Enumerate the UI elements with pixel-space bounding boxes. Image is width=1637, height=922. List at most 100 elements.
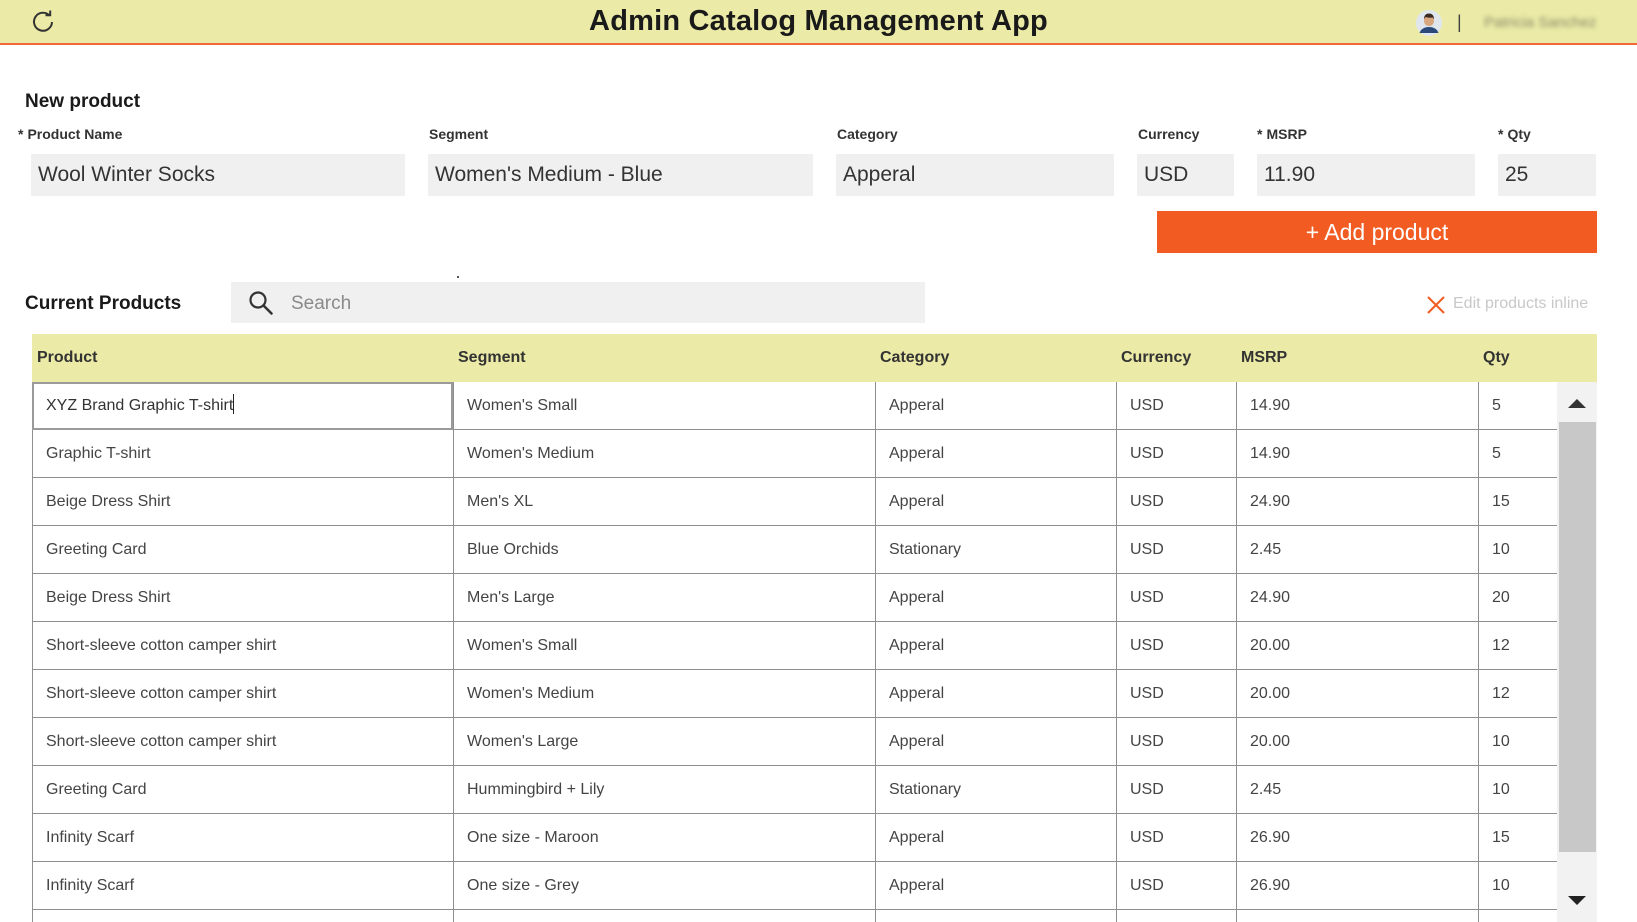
currency-cell[interactable]: USD (1116, 718, 1236, 766)
table-row[interactable]: Beige Dress Shirt Men's XL Apperal USD 2… (32, 478, 1557, 526)
category-cell[interactable]: Apperal (875, 622, 1116, 670)
msrp-cell[interactable]: 20.00 (1236, 670, 1478, 718)
category-cell[interactable]: Apperal (875, 574, 1116, 622)
category-cell[interactable]: Apperal (875, 862, 1116, 910)
table-row[interactable]: Short-sleeve cotton camper shirt Women's… (32, 622, 1557, 670)
msrp-input[interactable]: 11.90 (1257, 154, 1475, 196)
scroll-up-arrow-icon[interactable] (1567, 396, 1587, 410)
column-header-category[interactable]: Category (880, 334, 949, 382)
scroll-down-arrow-icon[interactable] (1567, 894, 1587, 908)
currency-cell[interactable]: USD (1116, 862, 1236, 910)
currency-cell[interactable]: USD (1116, 814, 1236, 862)
column-header-currency[interactable]: Currency (1121, 334, 1191, 382)
segment-cell[interactable]: One size - Maroon (453, 814, 875, 862)
table-row[interactable]: Short-sleeve cotton camper shirt Women's… (32, 718, 1557, 766)
segment-input[interactable]: Women's Medium - Blue (428, 154, 813, 196)
qty-cell[interactable]: 12 (1478, 670, 1557, 718)
column-header-qty[interactable]: Qty (1483, 334, 1510, 382)
product-cell[interactable]: Greeting Card (32, 526, 453, 574)
column-header-msrp[interactable]: MSRP (1241, 334, 1287, 382)
segment-cell[interactable]: One size - Grey (453, 862, 875, 910)
product-cell[interactable]: Short-sleeve cotton camper shirt (32, 622, 453, 670)
category-cell[interactable]: Apperal (875, 814, 1116, 862)
category-cell[interactable]: Apperal (875, 478, 1116, 526)
category-cell[interactable]: Apperal (875, 670, 1116, 718)
msrp-cell[interactable]: 26.90 (1236, 862, 1478, 910)
currency-cell[interactable]: USD (1116, 478, 1236, 526)
segment-cell[interactable]: Hummingbird + Lily (453, 766, 875, 814)
currency-cell[interactable]: USD (1116, 574, 1236, 622)
table-row[interactable]: Graphic T-shirt Women's Medium Apperal U… (32, 430, 1557, 478)
qty-cell[interactable]: 12 (1478, 622, 1557, 670)
qty-cell[interactable]: 10 (1478, 718, 1557, 766)
product-cell[interactable]: Beige Dress Shirt (32, 478, 453, 526)
msrp-cell[interactable]: 26.90 (1236, 814, 1478, 862)
segment-cell[interactable]: Women's Small (453, 622, 875, 670)
qty-cell[interactable]: 15 (1478, 478, 1557, 526)
msrp-cell[interactable]: 24.90 (1236, 574, 1478, 622)
user-name[interactable]: Patricia Sanchez (1484, 14, 1597, 31)
product-cell[interactable]: Short-sleeve cotton camper shirt (32, 670, 453, 718)
currency-cell[interactable] (1116, 910, 1236, 922)
qty-cell[interactable]: 5 (1478, 430, 1557, 478)
avatar-icon[interactable] (1415, 9, 1443, 37)
msrp-cell[interactable]: 14.90 (1236, 430, 1478, 478)
segment-cell[interactable]: Men's Large (453, 574, 875, 622)
currency-cell[interactable]: USD (1116, 766, 1236, 814)
product-cell[interactable]: Graphic T-shirt (32, 430, 453, 478)
currency-cell[interactable]: USD (1116, 622, 1236, 670)
table-row[interactable]: Greeting Card Blue Orchids Stationary US… (32, 526, 1557, 574)
qty-cell[interactable]: 15 (1478, 814, 1557, 862)
column-header-segment[interactable]: Segment (458, 334, 526, 382)
qty-cell[interactable]: 10 (1478, 862, 1557, 910)
table-row[interactable]: Short-sleeve cotton camper shirt Women's… (32, 670, 1557, 718)
category-cell[interactable]: Stationary (875, 766, 1116, 814)
column-header-product[interactable]: Product (37, 334, 97, 382)
segment-cell[interactable]: Women's Medium (453, 430, 875, 478)
qty-input[interactable]: 25 (1498, 154, 1596, 196)
currency-cell[interactable]: USD (1116, 526, 1236, 574)
segment-cell[interactable]: Women's Large (453, 718, 875, 766)
table-row[interactable]: XYZ Brand Graphic T-shirt Women's Small … (32, 382, 1557, 430)
currency-input[interactable]: USD (1137, 154, 1234, 196)
msrp-cell[interactable]: 2.45 (1236, 766, 1478, 814)
segment-cell[interactable] (453, 910, 875, 922)
product-cell[interactable]: Greeting Card (32, 766, 453, 814)
category-cell[interactable]: Apperal (875, 430, 1116, 478)
product-cell[interactable]: Beige Dress Shirt (32, 574, 453, 622)
category-cell[interactable]: Stationary (875, 526, 1116, 574)
currency-cell[interactable]: USD (1116, 382, 1236, 430)
table-row[interactable]: Beige Dress Shirt Men's Large Apperal US… (32, 574, 1557, 622)
segment-cell[interactable]: Blue Orchids (453, 526, 875, 574)
category-cell[interactable] (875, 910, 1116, 922)
segment-cell[interactable]: Men's XL (453, 478, 875, 526)
qty-cell[interactable] (1478, 910, 1557, 922)
currency-cell[interactable]: USD (1116, 670, 1236, 718)
product-name-input[interactable]: Wool Winter Socks (31, 154, 405, 196)
table-row[interactable]: Greeting Card Hummingbird + Lily Station… (32, 766, 1557, 814)
search-input[interactable]: Search (231, 282, 925, 323)
msrp-cell[interactable]: 20.00 (1236, 622, 1478, 670)
segment-cell[interactable]: Women's Medium (453, 670, 875, 718)
currency-cell[interactable]: USD (1116, 430, 1236, 478)
qty-cell[interactable]: 20 (1478, 574, 1557, 622)
segment-cell[interactable]: Women's Small (453, 382, 875, 430)
table-row[interactable]: Infinity Scarf One size - Grey Apperal U… (32, 862, 1557, 910)
add-product-button[interactable]: + Add product (1157, 211, 1597, 253)
category-cell[interactable]: Apperal (875, 718, 1116, 766)
product-cell[interactable]: Short-sleeve cotton camper shirt (32, 718, 453, 766)
qty-cell[interactable]: 5 (1478, 382, 1557, 430)
qty-cell[interactable]: 10 (1478, 766, 1557, 814)
msrp-cell[interactable]: 20.00 (1236, 718, 1478, 766)
product-cell[interactable]: Infinity Scarf (32, 862, 453, 910)
msrp-cell[interactable]: 24.90 (1236, 478, 1478, 526)
msrp-cell[interactable] (1236, 910, 1478, 922)
msrp-cell[interactable]: 2.45 (1236, 526, 1478, 574)
category-cell[interactable]: Apperal (875, 382, 1116, 430)
qty-cell[interactable]: 10 (1478, 526, 1557, 574)
product-cell[interactable] (32, 910, 453, 922)
table-row[interactable]: Infinity Scarf One size - Maroon Apperal… (32, 814, 1557, 862)
category-input[interactable]: Apperal (836, 154, 1114, 196)
product-cell[interactable]: XYZ Brand Graphic T-shirt (32, 382, 453, 430)
msrp-cell[interactable]: 14.90 (1236, 382, 1478, 430)
